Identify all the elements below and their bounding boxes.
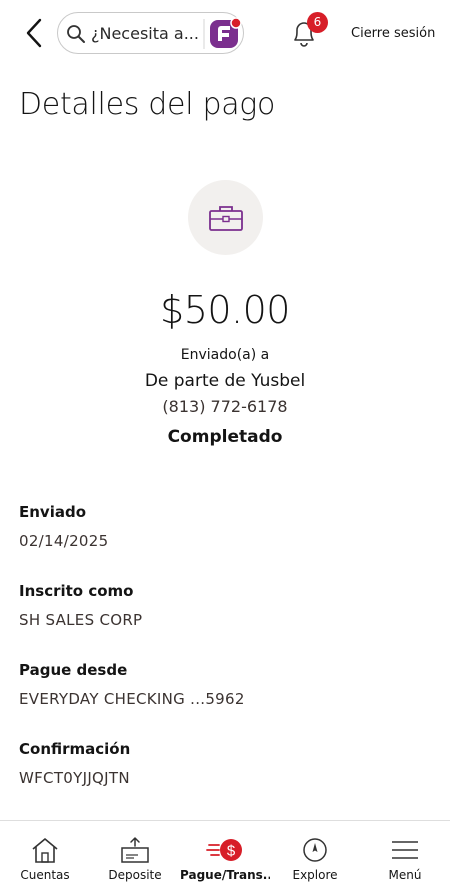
payment-amount: $50.00 xyxy=(160,288,290,332)
confirmation-label: Confirmación xyxy=(19,740,131,758)
briefcase-icon xyxy=(208,205,243,231)
page-title: Detalles del pago xyxy=(19,87,276,122)
recipient-name: De parte de Yusbel xyxy=(144,371,306,391)
svg-text:$: $ xyxy=(227,843,236,860)
pay-from-label: Pague desde xyxy=(19,661,128,679)
search-icon xyxy=(67,25,85,43)
bottom-nav: Cuentas Deposite $ Pague/Trans... Explor… xyxy=(0,820,450,888)
payment-status: Completado xyxy=(167,427,283,447)
nav-label-explore: Explore xyxy=(292,868,338,882)
enrolled-as-value: SH SALES CORP xyxy=(19,611,143,629)
compass-icon xyxy=(303,838,327,862)
top-bar: ¿Necesita a... 6 Cierre sesión xyxy=(0,0,450,68)
nav-item-explore[interactable]: Explore xyxy=(270,821,360,888)
confirmation-value: WFCT0YJJQJTN xyxy=(19,769,130,787)
nav-item-deposit[interactable]: Deposite xyxy=(90,821,180,888)
nav-item-accounts[interactable]: Cuentas xyxy=(0,821,90,888)
nav-item-menu[interactable]: Menú xyxy=(360,821,450,888)
nav-item-pay-transfer[interactable]: $ Pague/Trans... xyxy=(180,821,270,888)
sent-to-label: Enviado(a) a xyxy=(180,347,270,363)
nav-label-pay-transfer: Pague/Trans... xyxy=(180,868,270,882)
chevron-left-icon xyxy=(26,18,42,48)
sent-date-label: Enviado xyxy=(19,503,87,521)
notification-count-badge: 6 xyxy=(307,12,328,33)
deposit-check-icon xyxy=(121,836,149,863)
payment-icon-badge xyxy=(188,180,263,255)
house-icon xyxy=(32,838,58,863)
search-placeholder: ¿Necesita a... xyxy=(91,24,199,43)
hamburger-menu-icon xyxy=(392,841,418,859)
enrolled-as-label: Inscrito como xyxy=(19,582,134,600)
fargo-assistant-icon[interactable] xyxy=(208,17,242,51)
pay-from-value: EVERYDAY CHECKING ...5962 xyxy=(19,690,245,708)
search-divider xyxy=(203,19,205,49)
recipient-phone: (813) 772-6178 xyxy=(162,397,288,416)
nav-label-menu: Menú xyxy=(388,868,422,882)
pay-transfer-icon: $ xyxy=(206,839,242,861)
search-input[interactable]: ¿Necesita a... xyxy=(57,12,244,54)
nav-label-deposit: Deposite xyxy=(108,868,162,882)
sent-date-value: 02/14/2025 xyxy=(19,532,109,550)
nav-label-accounts: Cuentas xyxy=(20,868,70,882)
back-button[interactable] xyxy=(20,16,48,50)
logout-link[interactable]: Cierre sesión xyxy=(351,25,435,43)
